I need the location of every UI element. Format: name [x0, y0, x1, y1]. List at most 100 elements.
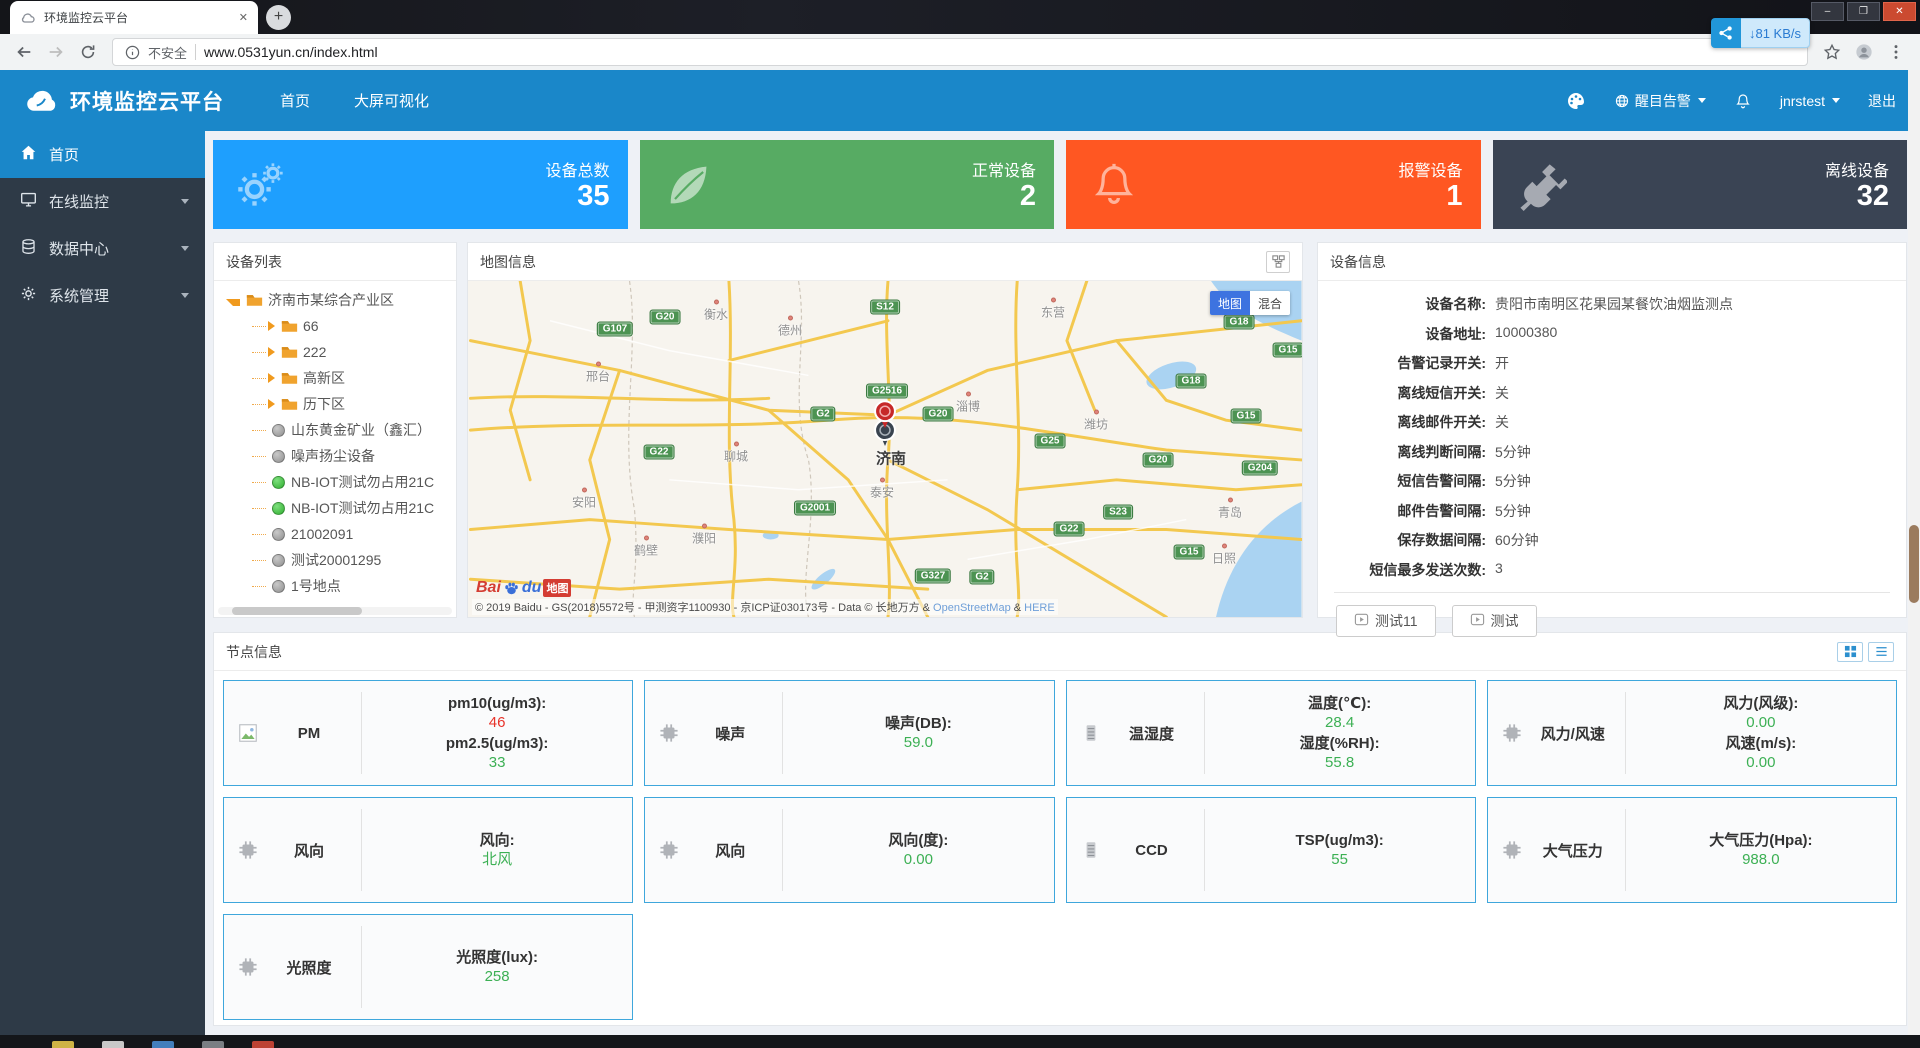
tree-node-label: NB-IOT测试勿占用21C — [291, 498, 434, 518]
tree-node[interactable]: 1号地点 — [216, 573, 456, 599]
metric-value: 55 — [1295, 850, 1383, 869]
window-restore-button[interactable]: ❐ — [1847, 2, 1880, 21]
browser-menu-icon[interactable] — [1882, 38, 1910, 66]
test-button[interactable]: 测试11 — [1336, 605, 1436, 637]
stat-value: 35 — [545, 181, 609, 213]
windows-taskbar[interactable] — [0, 1035, 1920, 1048]
city-dot-icon — [1050, 298, 1055, 303]
tree-node-label: 21002091 — [291, 526, 353, 542]
city-dot-icon — [581, 488, 586, 493]
tree-expander-icon[interactable] — [268, 399, 275, 409]
city-dot-icon — [701, 524, 706, 529]
monitor-icon — [20, 191, 37, 212]
map-city-label: 日照 — [1212, 544, 1236, 567]
chevron-down-icon — [1698, 98, 1706, 103]
download-speed-badge[interactable]: ↓81 KB/s — [1711, 18, 1810, 48]
map-type-button[interactable]: 混合 — [1250, 291, 1290, 315]
sidebar-item[interactable]: 系统管理 — [0, 272, 205, 319]
user-menu[interactable]: jnrstest — [1780, 93, 1840, 109]
city-dot-icon — [595, 362, 600, 367]
tree-node[interactable]: 噪声扬尘设备 — [216, 443, 456, 469]
tree-expander-icon[interactable] — [268, 373, 275, 383]
bookmark-star-icon[interactable] — [1818, 38, 1846, 66]
test-button[interactable]: 测试 — [1452, 605, 1537, 637]
table-view-icon-button[interactable] — [1868, 642, 1894, 662]
baidu-logo: Bai du 地图 — [476, 579, 571, 597]
info-label: 告警记录开关: — [1334, 353, 1486, 373]
notification-bell-icon[interactable] — [1734, 92, 1752, 110]
tree-node[interactable]: 21002091 — [216, 521, 456, 547]
device-info-row: 告警记录开关:开 — [1334, 353, 1890, 373]
road-badge: G15 — [1273, 343, 1302, 358]
map-city-label: 济南 — [876, 448, 906, 469]
browser-tab[interactable]: 环境监控云平台 ✕ — [10, 1, 258, 34]
forward-icon[interactable] — [42, 38, 70, 66]
road-badge: G22 — [1054, 522, 1085, 537]
tab-close-icon[interactable]: ✕ — [239, 11, 248, 24]
tree-node[interactable]: 山东黄金矿业（鑫汇） — [216, 417, 456, 443]
tree-node-label: 噪声扬尘设备 — [291, 446, 375, 466]
map-city-label: 东营 — [1041, 298, 1065, 321]
device-info-row: 离线邮件开关:关 — [1334, 412, 1890, 432]
node-info-title: 节点信息 — [226, 642, 282, 662]
grid-view-icon-button[interactable] — [1837, 642, 1863, 662]
tree-node[interactable]: NB-IOT测试勿占用21C — [216, 469, 456, 495]
tree-expander-icon[interactable] — [268, 347, 275, 357]
road-badge: G204 — [1242, 461, 1278, 476]
tree-node[interactable]: 测试20001295 — [216, 547, 456, 573]
window-minimize-button[interactable]: – — [1811, 2, 1844, 21]
avatar-icon[interactable] — [1850, 38, 1878, 66]
sidebar-item[interactable]: 数据中心 — [0, 225, 205, 272]
sidebar-item[interactable]: 首页 — [0, 131, 205, 178]
city-dot-icon — [787, 316, 792, 321]
logout-button[interactable]: 退出 — [1868, 91, 1896, 111]
device-status-icon — [272, 502, 285, 515]
tree-horizontal-scrollbar[interactable] — [218, 607, 452, 615]
page-vertical-scrollbar[interactable] — [1908, 70, 1920, 1035]
city-dot-icon — [965, 392, 970, 397]
map-type-button[interactable]: 地图 — [1210, 291, 1250, 315]
stat-label: 正常设备 — [972, 157, 1036, 181]
tree-expander-icon[interactable] — [268, 321, 275, 331]
scrollbar-thumb[interactable] — [1909, 525, 1919, 603]
address-bar[interactable]: 不安全 www.0531yun.cn/index.html — [112, 38, 1808, 66]
sensor-card: 大气压力大气压力(Hpa):988.0 — [1487, 797, 1897, 903]
sensor-name: 大气压力 — [1523, 840, 1625, 861]
sensor-name: PM — [259, 725, 361, 742]
tab-title: 环境监控云平台 — [44, 9, 231, 26]
app-logo-cloud-icon — [24, 83, 60, 119]
metric-label: 风向(度): — [888, 831, 948, 850]
road-badge: G20 — [923, 407, 954, 422]
tree-node[interactable]: NB-IOT测试勿占用21C — [216, 495, 456, 521]
tree-expander-icon[interactable] — [226, 299, 240, 306]
info-icon[interactable] — [125, 45, 140, 60]
tree-node[interactable]: 222 — [216, 339, 456, 365]
map-city-label: 鹤壁 — [634, 536, 658, 559]
alarm-mode-dropdown[interactable]: 醒目告警 — [1614, 91, 1706, 111]
url-text[interactable]: www.0531yun.cn/index.html — [204, 44, 378, 60]
theme-palette-icon[interactable] — [1566, 91, 1586, 111]
sidebar-item[interactable]: 在线监控 — [0, 178, 205, 225]
nav-item-0[interactable]: 首页 — [280, 90, 310, 111]
new-tab-button[interactable]: + — [266, 5, 291, 30]
device-info-row: 离线判断间隔:5分钟 — [1334, 442, 1890, 462]
tree-node[interactable]: 高新区 — [216, 365, 456, 391]
test-button-label: 测试 — [1491, 611, 1519, 631]
map-tool-icon[interactable] — [1266, 251, 1290, 273]
metric-label: pm2.5(ug/m3): — [446, 734, 549, 753]
back-icon[interactable] — [10, 38, 38, 66]
road-badge: G20 — [1143, 453, 1174, 468]
tree-node[interactable]: 历下区 — [216, 391, 456, 417]
device-info-panel: 设备信息 设备名称:贵阳市南明区花果园某餐饮油烟监测点设备地址:10000380… — [1317, 242, 1907, 618]
metric-value: 0.00 — [1723, 713, 1798, 732]
metric-label: pm10(ug/m3): — [448, 694, 546, 713]
map-city-label: 潍坊 — [1084, 410, 1108, 433]
folder-icon — [281, 319, 298, 334]
baidu-map-viewport[interactable]: 衡水德州东营淄博潍坊邢台聊城济南泰安青岛日照安阳鹤壁濮阳G107G20S12G1… — [468, 281, 1302, 617]
refresh-icon[interactable] — [74, 38, 102, 66]
nav-item-1[interactable]: 大屏可视化 — [354, 90, 429, 111]
tree-node[interactable]: 66 — [216, 313, 456, 339]
window-close-button[interactable]: ✕ — [1883, 2, 1916, 21]
tree-node[interactable]: 济南市某综合产业区 — [216, 287, 456, 313]
tree-node-label: 测试20001295 — [291, 550, 381, 570]
